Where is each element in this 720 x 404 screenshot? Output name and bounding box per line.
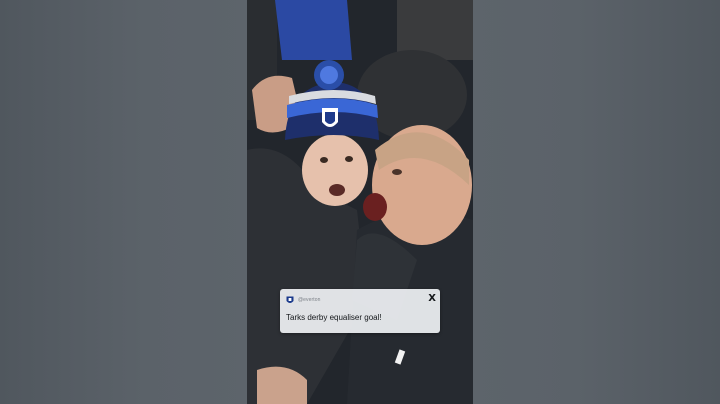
video-frame[interactable] — [247, 0, 473, 404]
celebration-photo — [247, 0, 473, 404]
post-handle[interactable]: @everton — [298, 297, 321, 303]
x-logo-icon[interactable]: X — [428, 294, 436, 304]
everton-crest-icon — [286, 296, 294, 305]
social-post-card[interactable]: @everton X Tarks derby equaliser goal! — [280, 289, 440, 333]
post-header: @everton — [286, 295, 434, 305]
post-text: Tarks derby equaliser goal! — [286, 313, 382, 322]
